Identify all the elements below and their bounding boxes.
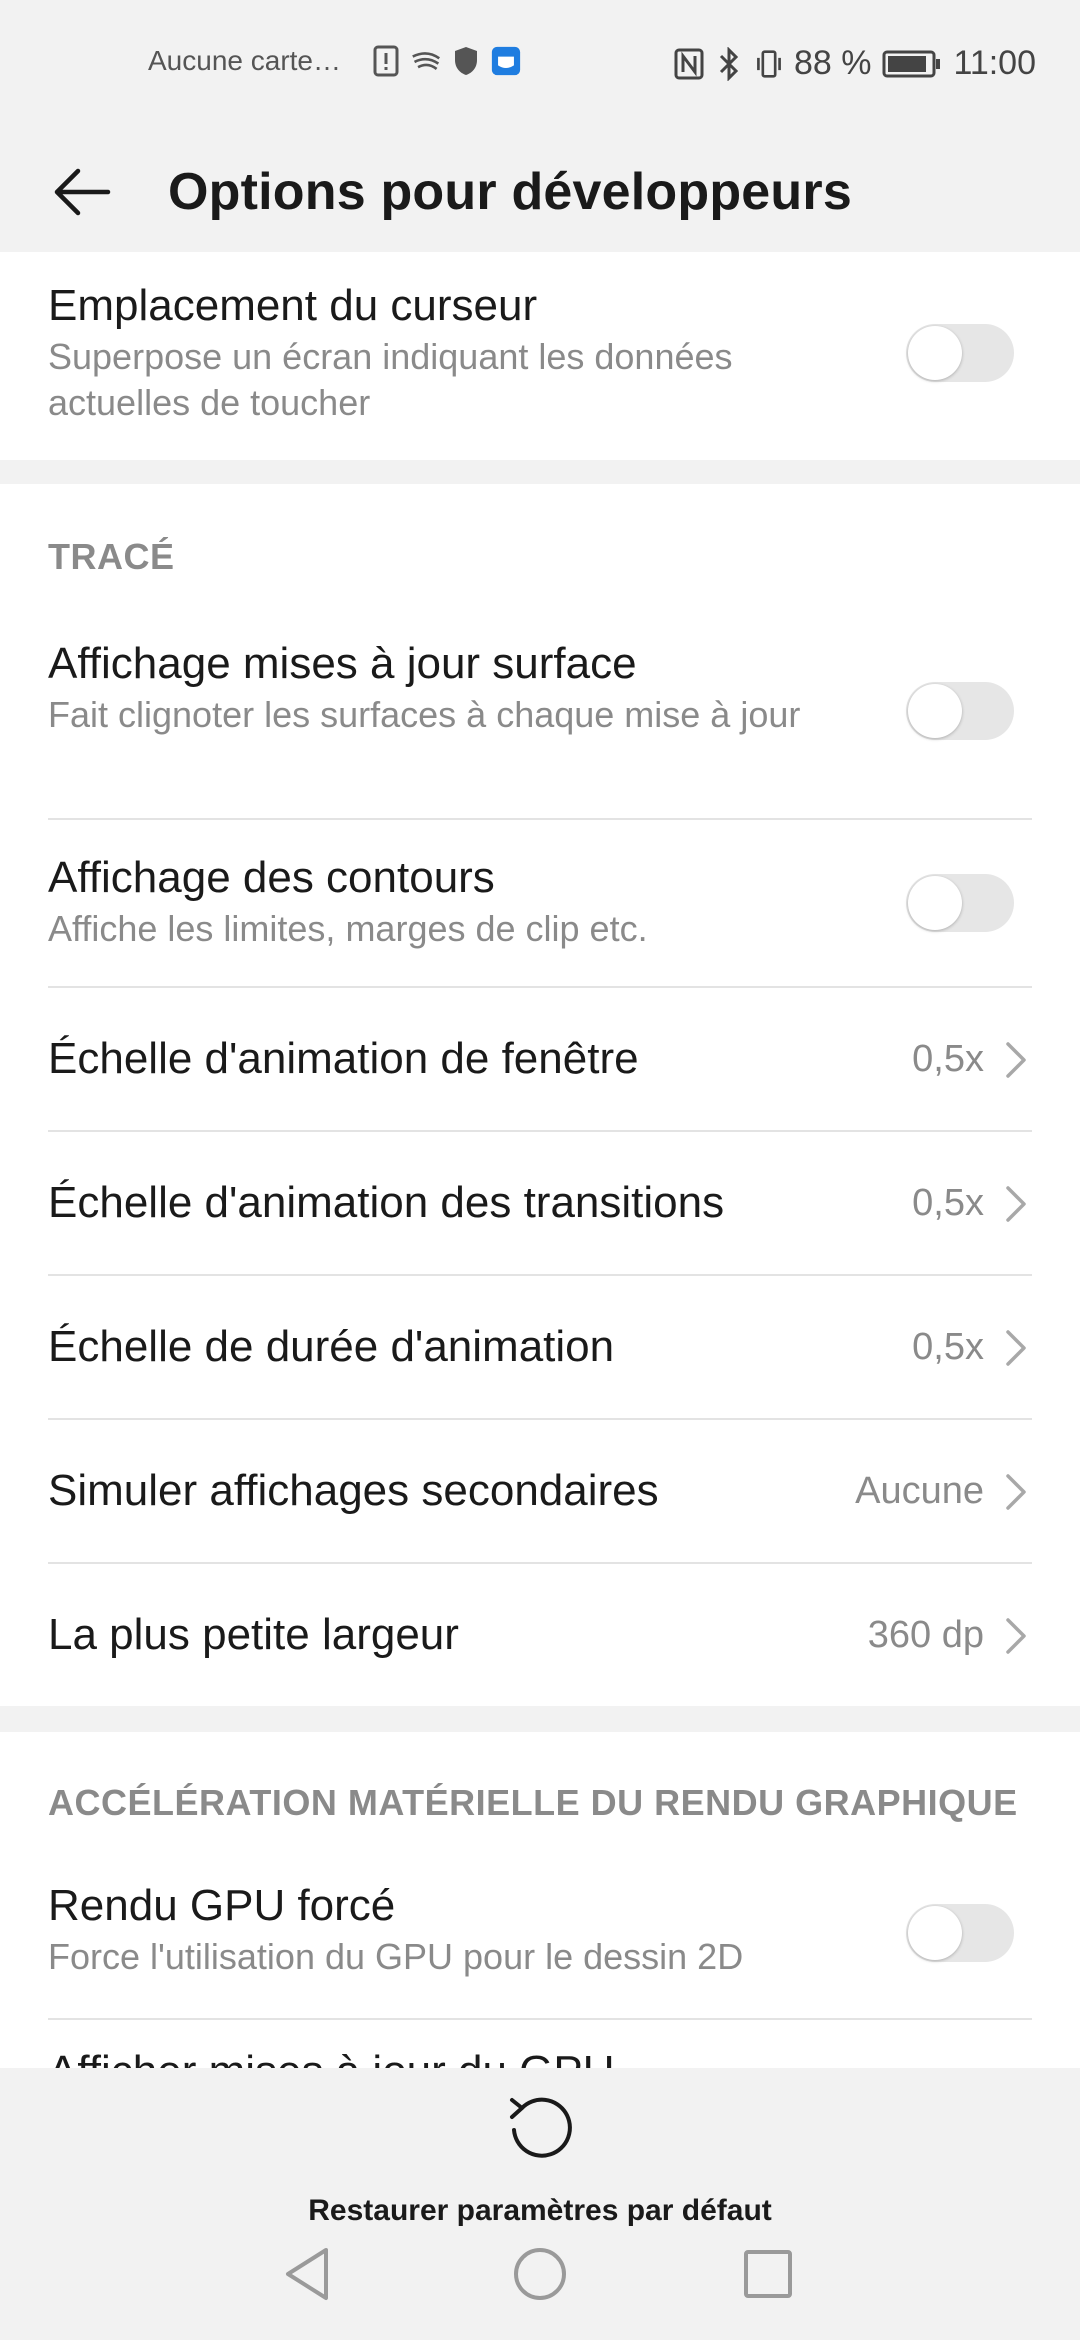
setting-title: Échelle de durée d'animation [48, 1322, 615, 1371]
chevron-right-icon [1000, 1040, 1030, 1080]
pointer-location-toggle[interactable] [906, 324, 1014, 382]
chevron-right-icon [1000, 1328, 1030, 1368]
shield-icon [451, 44, 481, 78]
nfc-icon [674, 47, 704, 81]
nav-recents-icon[interactable] [736, 2242, 800, 2306]
bluetooth-icon [714, 46, 744, 81]
chevron-right-icon [1000, 1472, 1030, 1512]
page-title: Options pour développeurs [168, 163, 852, 221]
toggle-knob [908, 326, 962, 380]
battery-icon [881, 47, 943, 81]
setting-value: 360 dp [867, 1614, 984, 1656]
setting-title: La plus petite largeur [48, 1610, 459, 1659]
toggle-knob [908, 1906, 962, 1960]
status-bar: Aucune carte… 88 % 11:00 [0, 0, 1080, 134]
settings-card-top: Emplacement du curseur Superpose un écra… [0, 252, 1080, 460]
divider [48, 2018, 1032, 2020]
setting-subtitle: Force l'utilisation du GPU pour le dessi… [48, 1936, 744, 1977]
setting-title: Simuler affichages secondaires [48, 1466, 659, 1515]
setting-title: Échelle d'animation des transitions [48, 1178, 725, 1227]
setting-value: 0,5x [912, 1182, 984, 1224]
section-header-trace: TRACÉ [48, 536, 175, 577]
arrow-left-icon [52, 167, 112, 222]
toggle-knob [908, 876, 962, 930]
system-navigation-bar [0, 2212, 1080, 2340]
setting-show-surface-updates[interactable]: Affichage mises à jour surface Fait clig… [48, 636, 1032, 738]
back-button[interactable] [40, 152, 124, 236]
sim-alert-icon [371, 44, 401, 78]
nav-back-icon[interactable] [276, 2242, 340, 2306]
chevron-right-icon [1000, 1616, 1030, 1656]
force-gpu-toggle[interactable] [906, 1904, 1014, 1962]
setting-title: Affichage des contours [48, 853, 495, 902]
setting-show-gpu-updates[interactable]: Afficher mises à jour du GPU [48, 2044, 1032, 2068]
setting-subtitle: Affiche les limites, marges de clip etc. [48, 908, 648, 949]
vibrate-icon [754, 47, 784, 81]
toggle-knob [908, 684, 962, 738]
setting-subtitle: Fait clignoter les surfaces à chaque mis… [48, 694, 801, 735]
setting-title: Affichage mises à jour surface [48, 639, 637, 688]
carrier-label: Aucune carte… [148, 45, 341, 76]
setting-title: Emplacement du curseur [48, 281, 538, 330]
refresh-icon [500, 2090, 580, 2170]
layout-bounds-toggle[interactable] [906, 874, 1014, 932]
setting-window-animation-scale[interactable]: Échelle d'animation de fenêtre 0,5x [48, 988, 1032, 1130]
setting-title: Afficher mises à jour du GPU [48, 2044, 1032, 2068]
setting-smallest-width[interactable]: La plus petite largeur 360 dp [48, 1564, 1032, 1706]
setting-title: Rendu GPU forcé [48, 1881, 396, 1930]
setting-value: Aucune [855, 1470, 984, 1512]
setting-title: Échelle d'animation de fenêtre [48, 1034, 639, 1083]
app-bar: Options pour développeurs [0, 134, 1080, 252]
divider [48, 818, 1032, 820]
status-right: 88 % 11:00 [674, 44, 1036, 83]
setting-subtitle: Superpose un écran indiquant les données… [48, 336, 733, 423]
setting-value: 0,5x [912, 1038, 984, 1080]
setting-show-layout-bounds[interactable]: Affichage des contours Affiche les limit… [48, 850, 1032, 952]
chevron-right-icon [1000, 1184, 1030, 1224]
setting-animator-duration-scale[interactable]: Échelle de durée d'animation 0,5x [48, 1276, 1032, 1418]
setting-simulate-secondary-displays[interactable]: Simuler affichages secondaires Aucune [48, 1420, 1032, 1562]
battery-percent: 88 % [793, 44, 872, 82]
clock: 11:00 [953, 44, 1036, 82]
settings-card-trace: TRACÉ Affichage mises à jour surface Fai… [0, 484, 1080, 1706]
surface-updates-toggle[interactable] [906, 682, 1014, 740]
setting-force-gpu-rendering[interactable]: Rendu GPU forcé Force l'utilisation du G… [48, 1878, 1032, 1980]
swiftkey-icon [411, 44, 441, 78]
status-left: Aucune carte… [148, 44, 521, 78]
app-notification-icon [491, 44, 521, 78]
settings-card-hw-accel: ACCÉLÉRATION MATÉRIELLE DU RENDU GRAPHIQ… [0, 1732, 1080, 2068]
nav-home-icon[interactable] [508, 2242, 572, 2306]
setting-pointer-location[interactable]: Emplacement du curseur Superpose un écra… [48, 278, 1032, 426]
setting-transition-animation-scale[interactable]: Échelle d'animation des transitions 0,5x [48, 1132, 1032, 1274]
section-header-hw-accel: ACCÉLÉRATION MATÉRIELLE DU RENDU GRAPHIQ… [48, 1782, 1018, 1823]
setting-value: 0,5x [912, 1326, 984, 1368]
